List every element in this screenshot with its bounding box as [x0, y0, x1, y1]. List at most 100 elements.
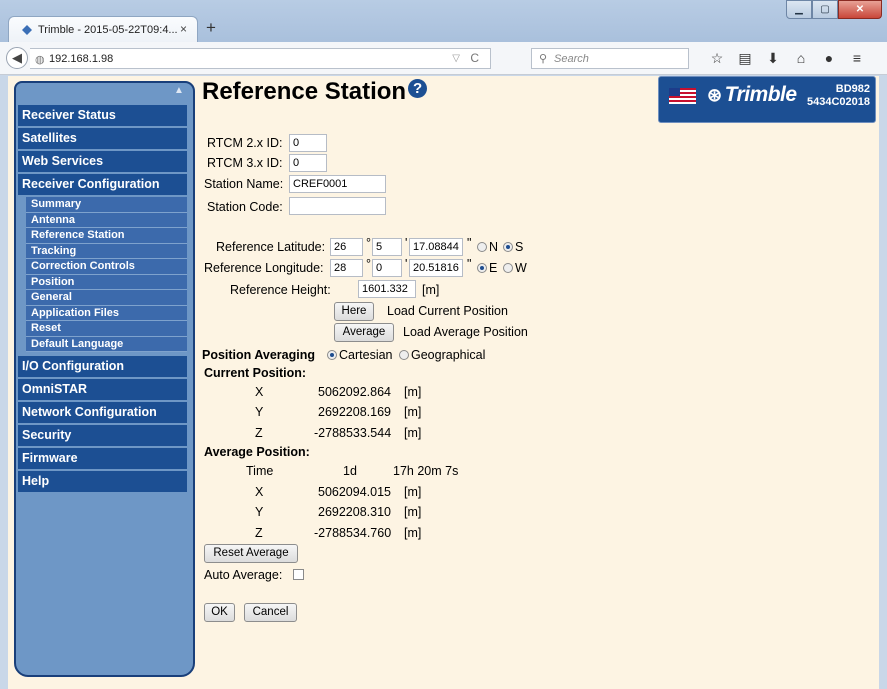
- sidebar-item-web-services[interactable]: Web Services: [18, 151, 187, 173]
- search-icon: ⚲: [539, 53, 548, 65]
- sidebar-subitem-reset[interactable]: Reset: [26, 321, 187, 337]
- rtcm3-id-field[interactable]: 0: [289, 154, 327, 172]
- average-z-unit: [m]: [404, 526, 422, 540]
- sidebar-item-omnistar[interactable]: OmniSTAR: [18, 379, 187, 401]
- sidebar-submenu: Summary Antenna Reference Station Tracki…: [18, 197, 187, 352]
- latitude-seconds-field[interactable]: 17.08844: [409, 238, 463, 256]
- geographical-label: Geographical: [411, 348, 486, 362]
- longitude-seconds-field[interactable]: 20.51816: [409, 259, 463, 277]
- sidebar-subitem-reference-station[interactable]: Reference Station: [26, 228, 187, 244]
- address-bar[interactable]: ◍ 192.168.1.98 ▽ C: [30, 48, 491, 69]
- cancel-button[interactable]: Cancel: [244, 603, 297, 622]
- current-z-value: -2788533.544: [314, 426, 392, 440]
- brand-name: Trimble: [724, 83, 797, 106]
- sidebar-item-io-configuration[interactable]: I/O Configuration: [18, 356, 187, 378]
- longitude-west-radio[interactable]: [503, 263, 513, 273]
- sidebar-item-satellites[interactable]: Satellites: [18, 128, 187, 150]
- sidebar-item-receiver-configuration[interactable]: Receiver Configuration: [18, 174, 187, 196]
- average-z-value: -2788534.760: [314, 526, 392, 540]
- maximize-icon[interactable]: ▢: [812, 0, 838, 19]
- sidebar-subitem-antenna[interactable]: Antenna: [26, 212, 187, 228]
- east-label: E: [489, 261, 498, 275]
- minimize-icon[interactable]: ▁: [786, 0, 812, 19]
- search-input[interactable]: ⚲ Search: [531, 48, 689, 69]
- bookmarks-icon[interactable]: ▤: [731, 50, 759, 67]
- new-tab-button[interactable]: +: [206, 18, 216, 38]
- longitude-minutes-field[interactable]: 0: [372, 259, 402, 277]
- page-title: Reference Station?: [202, 78, 428, 106]
- window-controls: ▁ ▢ ✕: [786, 0, 882, 19]
- window-close-icon[interactable]: ✕: [838, 0, 882, 19]
- reload-icon[interactable]: C: [470, 51, 479, 65]
- sidebar-subitem-default-language[interactable]: Default Language: [26, 336, 187, 352]
- sidebar-item-network-configuration[interactable]: Network Configuration: [18, 402, 187, 424]
- second-symbol: ": [467, 257, 472, 271]
- west-label: W: [515, 261, 527, 275]
- page-title-text: Reference Station: [202, 78, 407, 105]
- sidebar-subitem-tracking[interactable]: Tracking: [26, 243, 187, 259]
- tab-title: Trimble - 2015-05-22T09:4...: [38, 24, 178, 36]
- lock-icon[interactable]: ▲: [174, 85, 184, 96]
- browser-titlebar: Trimble - 2015-05-22T09:4... × + ▁ ▢ ✕: [0, 0, 887, 43]
- dropdown-arrow-icon[interactable]: ▽: [452, 53, 460, 64]
- latitude-north-radio[interactable]: [477, 242, 487, 252]
- second-symbol: ": [467, 236, 472, 250]
- reset-average-button[interactable]: Reset Average: [204, 544, 298, 563]
- here-button[interactable]: Here: [334, 302, 374, 321]
- sidebar-item-firmware[interactable]: Firmware: [18, 448, 187, 470]
- average-y-value: 2692208.310: [318, 505, 391, 519]
- latitude-south-radio[interactable]: [503, 242, 513, 252]
- cartesian-label: Cartesian: [339, 348, 393, 362]
- latitude-minutes-field[interactable]: 5: [372, 238, 402, 256]
- sidebar-subitem-general[interactable]: General: [26, 290, 187, 306]
- latitude-degrees-field[interactable]: 26: [330, 238, 363, 256]
- longitude-label: Reference Longitude:: [204, 261, 324, 275]
- load-average-position-label: Load Average Position: [403, 325, 528, 339]
- navigation-bar: ◀ ◍ 192.168.1.98 ▽ C ⚲ Search ☆ ▤ ⬇ ⌂ ● …: [0, 42, 887, 75]
- average-button[interactable]: Average: [334, 323, 394, 342]
- reference-height-field[interactable]: 1601.332: [358, 280, 416, 298]
- height-label: Reference Height:: [230, 283, 331, 297]
- back-arrow-icon[interactable]: ◀: [6, 47, 28, 69]
- sidebar-subitem-correction-controls[interactable]: Correction Controls: [26, 259, 187, 275]
- browser-tab[interactable]: Trimble - 2015-05-22T09:4... ×: [8, 16, 198, 43]
- sidebar-subitem-position[interactable]: Position: [26, 274, 187, 290]
- ok-button[interactable]: OK: [204, 603, 235, 622]
- sidebar-subitem-summary[interactable]: Summary: [26, 197, 187, 213]
- star-icon[interactable]: ☆: [703, 50, 731, 67]
- home-icon[interactable]: ⌂: [787, 50, 815, 67]
- download-icon[interactable]: ⬇: [759, 50, 787, 67]
- average-y-axis: Y: [255, 505, 264, 519]
- help-icon[interactable]: ?: [408, 79, 428, 98]
- tab-close-icon[interactable]: ×: [180, 22, 187, 36]
- menu-icon[interactable]: ≡: [843, 50, 871, 67]
- model-number: BD982: [835, 83, 870, 95]
- current-y-axis: Y: [255, 405, 264, 419]
- sidebar-item-help[interactable]: Help: [18, 471, 187, 493]
- sidebar-subitem-application-files[interactable]: Application Files: [26, 305, 187, 321]
- chat-icon[interactable]: ●: [815, 50, 843, 67]
- cartesian-radio[interactable]: [327, 350, 337, 360]
- geographical-radio[interactable]: [399, 350, 409, 360]
- trimble-favicon-icon: [22, 25, 32, 35]
- current-x-unit: [m]: [404, 385, 422, 399]
- degree-symbol: °: [366, 236, 371, 250]
- latitude-label: Reference Latitude:: [216, 240, 326, 254]
- average-y-unit: [m]: [404, 505, 422, 519]
- sidebar-item-security[interactable]: Security: [18, 425, 187, 447]
- station-name-field[interactable]: CREF0001: [289, 175, 386, 193]
- receiver-model: BD982 5434C02018: [807, 83, 870, 109]
- longitude-east-radio[interactable]: [477, 263, 487, 273]
- auto-average-checkbox[interactable]: [293, 569, 304, 580]
- search-placeholder: Search: [554, 53, 589, 65]
- page-content: ▲ Receiver Status Satellites Web Service…: [8, 76, 879, 689]
- rtcm2-id-field[interactable]: 0: [289, 134, 327, 152]
- trimble-brand-box: ⊛ Trimble BD982 5434C02018: [658, 76, 876, 123]
- longitude-degrees-field[interactable]: 28: [330, 259, 363, 277]
- degree-symbol: °: [366, 257, 371, 271]
- station-code-field[interactable]: [289, 197, 386, 215]
- sidebar-item-receiver-status[interactable]: Receiver Status: [18, 105, 187, 127]
- trimble-logo-icon: ⊛: [707, 85, 722, 105]
- minute-symbol: ': [405, 236, 408, 250]
- average-x-value: 5062094.015: [318, 485, 391, 499]
